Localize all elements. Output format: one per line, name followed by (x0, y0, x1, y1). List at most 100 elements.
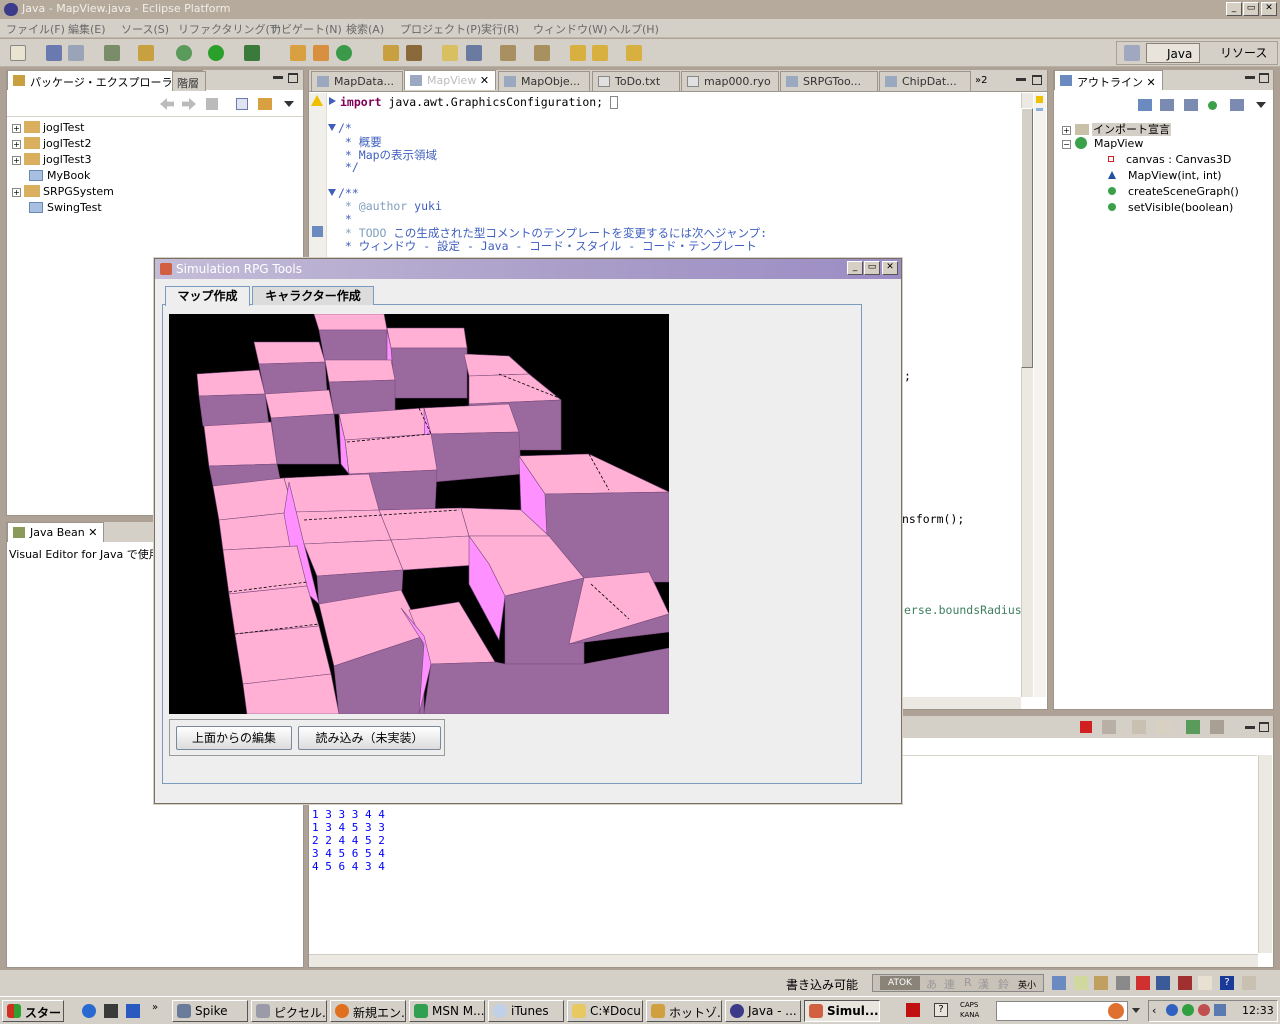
expand-icon[interactable]: + (12, 156, 21, 165)
console-hscrollbar[interactable] (309, 954, 1258, 967)
tree-item[interactable]: + SRPGSystem (12, 185, 114, 198)
taskbar-item[interactable]: 新規エン... (330, 1000, 406, 1022)
forward-icon[interactable] (626, 45, 642, 61)
address-go-icon[interactable] (1108, 1003, 1124, 1019)
tree-item[interactable]: + joglTest (12, 121, 85, 134)
back-history-icon[interactable] (592, 45, 608, 61)
hide-static-icon[interactable] (1184, 99, 1198, 111)
bug-icon[interactable] (176, 45, 192, 61)
expand-icon[interactable]: + (1062, 126, 1071, 135)
ime-tool-icon[interactable] (1052, 976, 1066, 990)
tree-item[interactable]: MyBook (29, 169, 90, 182)
hide-nonpublic-icon[interactable] (1208, 101, 1217, 110)
outline-imports[interactable]: + インポート宣言 (1062, 121, 1171, 137)
clear-console-icon[interactable] (1132, 720, 1146, 734)
tab-editor[interactable]: ToDo.txt (592, 71, 680, 91)
tab-editor[interactable]: SRPGToo... (780, 71, 878, 91)
perspective-java[interactable]: Java (1146, 43, 1200, 63)
tray-icon[interactable] (1166, 1004, 1178, 1016)
hide-fields-icon[interactable] (1160, 99, 1174, 111)
ime-tool-icon[interactable] (1178, 976, 1192, 990)
maximize-view-icon[interactable] (1259, 73, 1269, 83)
collapse-icon[interactable]: − (1062, 140, 1071, 149)
menu-file[interactable]: ファイル(F) (6, 21, 65, 37)
ime-tool-icon[interactable] (1156, 976, 1170, 990)
quicklaunch-more-icon[interactable]: » (152, 1002, 158, 1013)
new-package-icon[interactable] (290, 45, 306, 61)
taskbar-item[interactable]: ピクセル... (251, 1000, 327, 1022)
tab-editor[interactable]: MapData... (311, 71, 403, 91)
clock[interactable]: 12:33 (1242, 1004, 1274, 1017)
new-icon[interactable] (10, 45, 26, 61)
minimize-view-icon[interactable] (1245, 726, 1255, 729)
taskbar-item[interactable]: C:¥Docu... (567, 1000, 643, 1022)
fold-icon[interactable] (328, 189, 336, 196)
editor-overflow[interactable]: »2 (975, 75, 987, 86)
maximize-view-icon[interactable] (1259, 722, 1269, 732)
quicklaunch-icon[interactable] (104, 1004, 118, 1018)
editor-scroll-thumb[interactable] (1021, 108, 1033, 368)
remove-launch-icon[interactable] (1102, 720, 1116, 734)
prev-annotation-icon[interactable] (534, 45, 550, 61)
tree-item[interactable]: + joglTest3 (12, 153, 92, 166)
load-button[interactable]: 読み込み（未実装） (298, 726, 441, 750)
map-3d-canvas[interactable] (169, 314, 669, 714)
ime-mode[interactable]: 英小 (1018, 978, 1036, 991)
maximize-icon[interactable]: ▭ (1243, 2, 1259, 16)
external-tools-icon[interactable] (244, 45, 260, 61)
tab-map-creation[interactable]: マップ作成 (165, 286, 250, 306)
tab-editor-active[interactable]: MapView ✕ (404, 70, 496, 90)
ime-mode[interactable]: 漢 (978, 976, 989, 992)
next-annotation-icon[interactable] (500, 45, 516, 61)
menu-edit[interactable]: 編集(E) (68, 21, 106, 37)
ime-tool-icon[interactable] (1074, 976, 1088, 990)
ime-mode[interactable]: あ (926, 976, 937, 992)
tab-character-creation[interactable]: キャラクター作成 (252, 286, 374, 305)
menu-project[interactable]: プロジェクト(P) (400, 21, 481, 37)
expand-icon[interactable]: + (12, 124, 21, 133)
ime-tool-icon[interactable] (1094, 976, 1108, 990)
menu-search[interactable]: 検索(A) (346, 21, 384, 37)
quicklaunch-ie-icon[interactable] (82, 1004, 96, 1018)
new-class-c-icon[interactable] (336, 45, 352, 61)
tab-editor[interactable]: ChipDat... (879, 71, 971, 91)
dropdown-icon[interactable] (1132, 1008, 1140, 1013)
close-icon[interactable]: ✕ (882, 261, 898, 275)
taskbar-item-active[interactable]: Simul... (804, 1000, 880, 1022)
tab-java-bean[interactable]: Java Bean ✕ (7, 522, 105, 542)
tray-icon[interactable] (1198, 1004, 1210, 1016)
minimize-view-icon[interactable] (273, 76, 283, 79)
tree-item[interactable]: + joglTest2 (12, 137, 92, 150)
console-vscrollbar[interactable] (1258, 755, 1272, 953)
close-icon[interactable]: ✕ (480, 74, 489, 87)
display-console-icon[interactable] (1210, 720, 1224, 734)
minimize-icon[interactable]: _ (1226, 2, 1242, 16)
edit-from-top-button[interactable]: 上面からの編集 (176, 726, 292, 750)
maximize-view-icon[interactable] (1032, 75, 1042, 85)
menu-help[interactable]: ヘルプ(H) (609, 21, 659, 37)
outline-class[interactable]: − MapView (1062, 137, 1143, 150)
fold-icon[interactable] (329, 97, 336, 105)
quicklaunch-icon[interactable] (126, 1004, 140, 1018)
taskbar-item[interactable]: Java - ... (725, 1000, 801, 1022)
new-class-icon[interactable] (313, 45, 329, 61)
tab-editor[interactable]: map000.ryo (681, 71, 779, 91)
minimize-view-icon[interactable] (1245, 76, 1255, 79)
close-icon[interactable]: ✕ (88, 526, 97, 539)
wizard-icon[interactable] (138, 45, 154, 61)
tab-editor[interactable]: MapObje... (498, 71, 590, 91)
taskbar-item[interactable]: iTunes (488, 1000, 564, 1022)
close-icon[interactable]: ✕ (1261, 2, 1277, 16)
menu-navigate[interactable]: ナビゲート(N) (270, 21, 342, 37)
acrobat-icon[interactable] (906, 1003, 920, 1017)
minimize-view-icon[interactable] (1016, 78, 1026, 81)
srpg-titlebar[interactable]: Simulation RPG Tools _ ▭ ✕ (155, 259, 901, 279)
ime-mode[interactable]: 連 (944, 976, 955, 992)
code-line-import[interactable]: import java.awt.GraphicsConfiguration; (340, 95, 603, 109)
terminate-icon[interactable] (1080, 721, 1092, 733)
search-icon[interactable] (406, 45, 422, 61)
outline-member[interactable]: createSceneGraph() (1108, 185, 1239, 198)
open-type-icon[interactable] (383, 45, 399, 61)
tray-expand-icon[interactable]: ‹ (1152, 1004, 1156, 1017)
print-icon[interactable] (68, 45, 84, 61)
